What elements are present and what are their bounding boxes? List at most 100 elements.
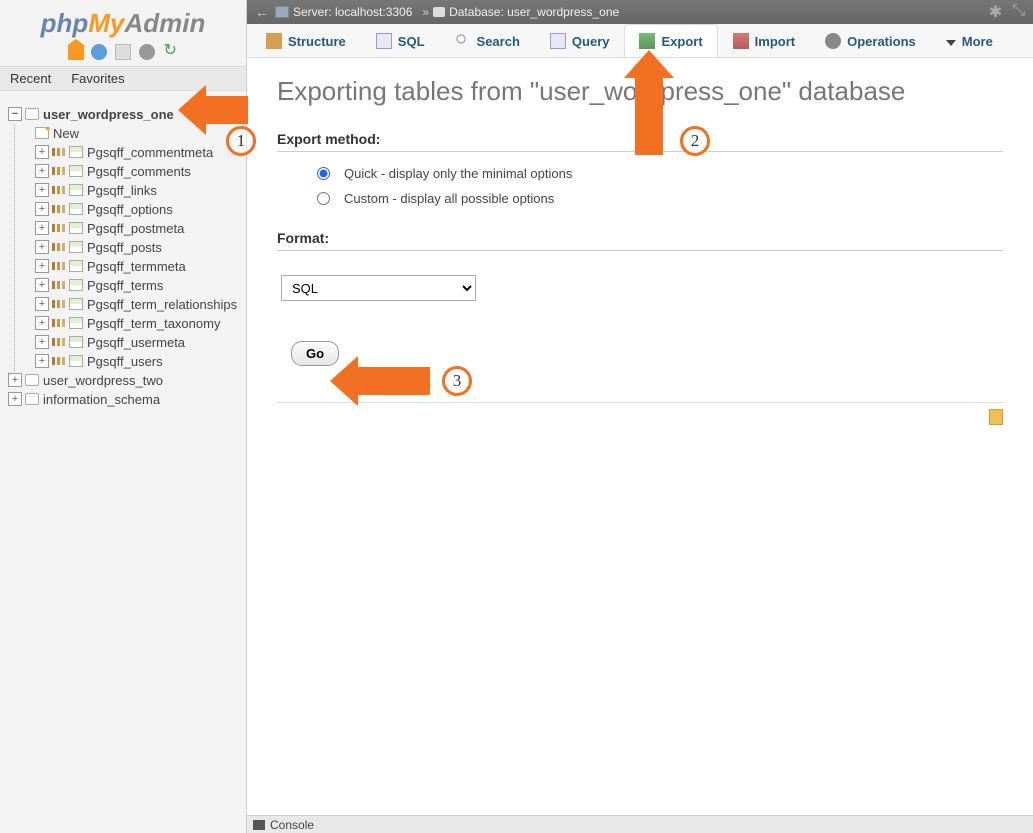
structure-icon	[266, 33, 282, 49]
tree-table[interactable]: +Pgsqff_posts	[15, 238, 244, 257]
logo-my: My	[88, 8, 124, 38]
columns-icon[interactable]	[52, 260, 66, 272]
tree-table[interactable]: +Pgsqff_termmeta	[15, 257, 244, 276]
tree-table[interactable]: +Pgsqff_commentmeta	[15, 143, 244, 162]
columns-icon[interactable]	[52, 203, 66, 215]
table-icon	[69, 260, 83, 272]
expand-icon[interactable]: +	[35, 316, 49, 330]
annotation-arrow-1	[198, 96, 248, 124]
columns-icon[interactable]	[52, 222, 66, 234]
settings-gear-icon[interactable]: ✱	[989, 2, 1002, 22]
logo-admin: Admin	[124, 8, 205, 38]
bookmark-icon[interactable]	[989, 409, 1003, 425]
expand-icon[interactable]: +	[35, 221, 49, 235]
expand-icon[interactable]: +	[35, 278, 49, 292]
tab-favorites[interactable]: Favorites	[61, 67, 134, 90]
sql-icon	[376, 33, 392, 49]
db-name: user_wordpress_one	[43, 107, 174, 122]
breadcrumb-database[interactable]: Database: user_wordpress_one	[433, 5, 619, 19]
tab-query[interactable]: Query	[535, 24, 625, 57]
columns-icon[interactable]	[52, 355, 66, 367]
format-label: Format:	[277, 230, 1003, 246]
table-icon	[69, 222, 83, 234]
annotation-circle-2: 2	[680, 126, 710, 156]
tree-table[interactable]: +Pgsqff_usermeta	[15, 333, 244, 352]
expand-icon[interactable]: +	[8, 392, 22, 406]
columns-icon[interactable]	[52, 336, 66, 348]
columns-icon[interactable]	[52, 279, 66, 291]
db-tree: − user_wordpress_one New +Pgsqff_comment…	[0, 91, 246, 409]
expand-icon[interactable]: +	[35, 202, 49, 216]
table-icon	[69, 203, 83, 215]
tab-more[interactable]: More	[931, 24, 1008, 57]
radio-quick-input[interactable]	[317, 167, 330, 180]
tree-table[interactable]: +Pgsqff_terms	[15, 276, 244, 295]
console-label: Console	[270, 818, 314, 832]
tab-sql[interactable]: SQL	[361, 24, 440, 57]
query-icon	[550, 33, 566, 49]
tree-db-other[interactable]: + information_schema	[8, 390, 244, 409]
globe-icon[interactable]	[91, 44, 107, 60]
console-icon	[253, 820, 265, 830]
breadcrumb-server[interactable]: Server: localhost:3306	[275, 5, 412, 19]
expand-icon[interactable]: +	[8, 373, 22, 387]
columns-icon[interactable]	[52, 184, 66, 196]
tree-new-table[interactable]: New	[15, 124, 244, 143]
radio-custom-input[interactable]	[317, 192, 330, 205]
format-select[interactable]: SQL	[281, 275, 476, 301]
columns-icon[interactable]	[52, 317, 66, 329]
console-bar[interactable]: Console	[247, 815, 1033, 833]
tree-table[interactable]: +Pgsqff_comments	[15, 162, 244, 181]
breadcrumb: ← Server: localhost:3306 » Database: use…	[247, 0, 1033, 24]
table-icon	[69, 317, 83, 329]
sidebar-tabs: Recent Favorites	[0, 66, 246, 91]
logo-php: php	[41, 8, 89, 38]
tab-operations[interactable]: Operations	[810, 24, 931, 57]
refresh-icon[interactable]: ↻	[162, 44, 178, 60]
operations-icon	[825, 33, 841, 49]
expand-icon[interactable]: +	[35, 259, 49, 273]
tab-search[interactable]: Search	[440, 24, 535, 57]
phpmyadmin-logo[interactable]: phpMyAdmin	[0, 0, 246, 39]
tree-table[interactable]: +Pgsqff_links	[15, 181, 244, 200]
tree-table[interactable]: +Pgsqff_term_relationships	[15, 295, 244, 314]
tree-table[interactable]: +Pgsqff_options	[15, 200, 244, 219]
table-icon	[69, 184, 83, 196]
doc-icon[interactable]	[115, 44, 131, 60]
new-table-icon	[35, 127, 49, 139]
home-icon[interactable]	[68, 44, 84, 60]
tree-db-other[interactable]: + user_wordpress_two	[8, 371, 244, 390]
tree-table[interactable]: +Pgsqff_term_taxonomy	[15, 314, 244, 333]
radio-quick[interactable]: Quick - display only the minimal options	[317, 166, 1003, 181]
table-icon	[69, 355, 83, 367]
expand-icon[interactable]: +	[35, 297, 49, 311]
tab-structure[interactable]: Structure	[251, 24, 361, 57]
columns-icon[interactable]	[52, 241, 66, 253]
tab-recent[interactable]: Recent	[0, 67, 61, 90]
radio-custom[interactable]: Custom - display all possible options	[317, 191, 1003, 206]
tree-table[interactable]: +Pgsqff_postmeta	[15, 219, 244, 238]
expand-icon[interactable]: +	[35, 183, 49, 197]
chevron-down-icon	[946, 40, 956, 46]
sidebar-toolbar: ↻	[0, 39, 246, 66]
tree-table[interactable]: +Pgsqff_users	[15, 352, 244, 371]
columns-icon[interactable]	[52, 298, 66, 310]
annotation-circle-3: 3	[442, 366, 472, 396]
annotation-arrow-3	[350, 367, 430, 395]
database-icon	[433, 7, 445, 17]
columns-icon[interactable]	[52, 146, 66, 158]
collapse-icon[interactable]: −	[8, 107, 22, 121]
tab-import[interactable]: Import	[718, 24, 810, 57]
table-icon	[69, 336, 83, 348]
expand-icon[interactable]: +	[35, 145, 49, 159]
expand-icon[interactable]: +	[35, 164, 49, 178]
expand-icon[interactable]: +	[35, 354, 49, 368]
breadcrumb-sep: »	[422, 5, 429, 19]
gear-icon[interactable]	[139, 44, 155, 60]
collapse-panel-icon[interactable]: ⤡	[1012, 2, 1025, 22]
columns-icon[interactable]	[52, 165, 66, 177]
expand-icon[interactable]: +	[35, 335, 49, 349]
back-arrow-icon[interactable]: ←	[255, 4, 269, 20]
expand-icon[interactable]: +	[35, 240, 49, 254]
database-icon	[25, 393, 39, 405]
